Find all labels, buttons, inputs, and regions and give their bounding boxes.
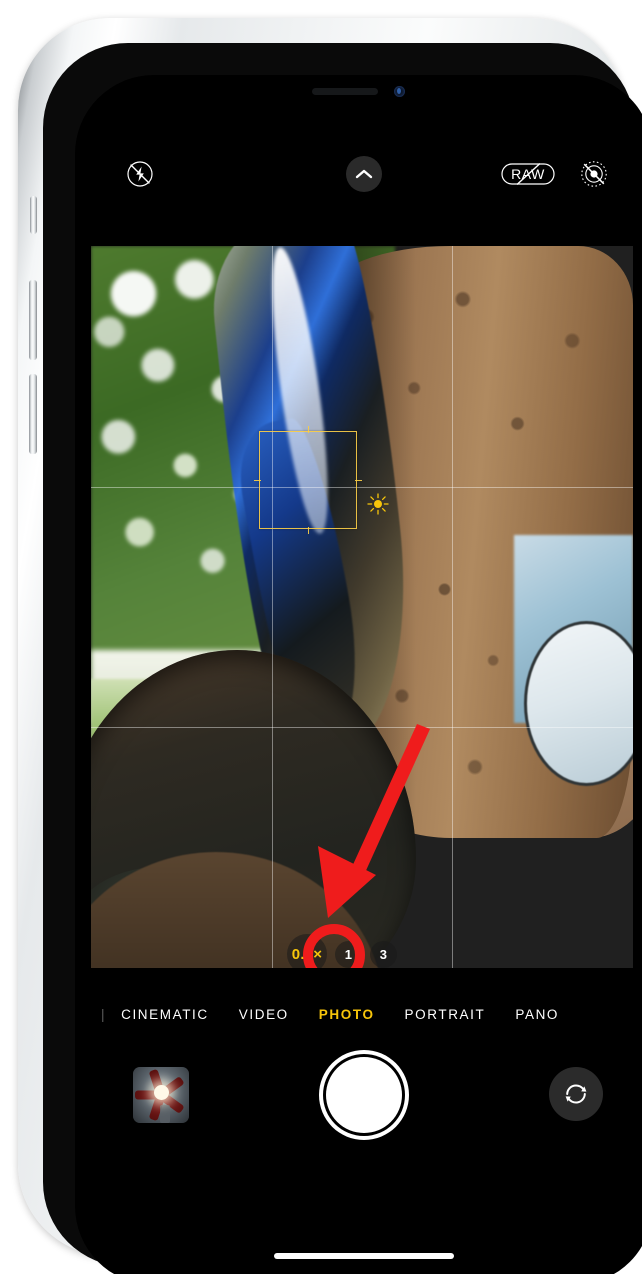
flash-off-icon [127, 161, 153, 187]
camera-flip-icon [565, 1084, 587, 1104]
front-camera-icon [394, 86, 405, 97]
home-indicator[interactable] [274, 1253, 454, 1259]
mode-portrait[interactable]: PORTRAIT [390, 1007, 501, 1022]
phone-bezel: RAW [43, 43, 642, 1274]
shutter-button[interactable] [326, 1057, 402, 1133]
live-photo-off-icon [581, 161, 607, 187]
mode-partial-left[interactable]: | [75, 1007, 106, 1022]
sun-icon [367, 493, 389, 515]
chevron-up-icon [355, 169, 373, 179]
exposure-slider[interactable] [367, 493, 389, 515]
raw-toggle-button[interactable]: RAW [499, 149, 557, 199]
raw-off-icon: RAW [501, 162, 555, 186]
camera-top-controls: RAW [75, 149, 642, 199]
live-preview-image [91, 246, 633, 968]
earpiece-speaker-icon [312, 88, 378, 95]
thumbnail-image [133, 1067, 189, 1123]
photo-library-thumbnail[interactable] [133, 1067, 189, 1123]
mode-cinematic[interactable]: CINEMATIC [106, 1007, 224, 1022]
more-controls-circle [346, 156, 382, 192]
camera-switch-button[interactable] [549, 1067, 603, 1121]
more-controls-button[interactable] [339, 149, 389, 199]
zoom-option-3x[interactable]: 3 [370, 940, 397, 968]
camera-bottom-controls [75, 1047, 642, 1157]
flash-toggle-button[interactable] [115, 149, 165, 199]
ringer-switch-button[interactable] [30, 196, 37, 234]
camera-viewfinder[interactable]: 0.5× 1 3 [91, 246, 633, 968]
camera-mode-selector: | CINEMATIC VIDEO PHOTO PORTRAIT PANO [75, 995, 642, 1033]
screenshot-root: RAW [0, 0, 642, 1274]
volume-up-button[interactable] [29, 280, 37, 360]
phone-screen: RAW [75, 75, 642, 1274]
mode-photo[interactable]: PHOTO [304, 1007, 390, 1022]
phone-frame: RAW [18, 18, 642, 1274]
mode-video[interactable]: VIDEO [224, 1007, 304, 1022]
volume-down-button[interactable] [29, 374, 37, 454]
live-photo-toggle-button[interactable] [569, 149, 619, 199]
mode-pano[interactable]: PANO [500, 1007, 574, 1022]
focus-box[interactable] [254, 426, 362, 534]
zoom-option-label: 3 [379, 946, 388, 962]
notch [266, 75, 462, 108]
